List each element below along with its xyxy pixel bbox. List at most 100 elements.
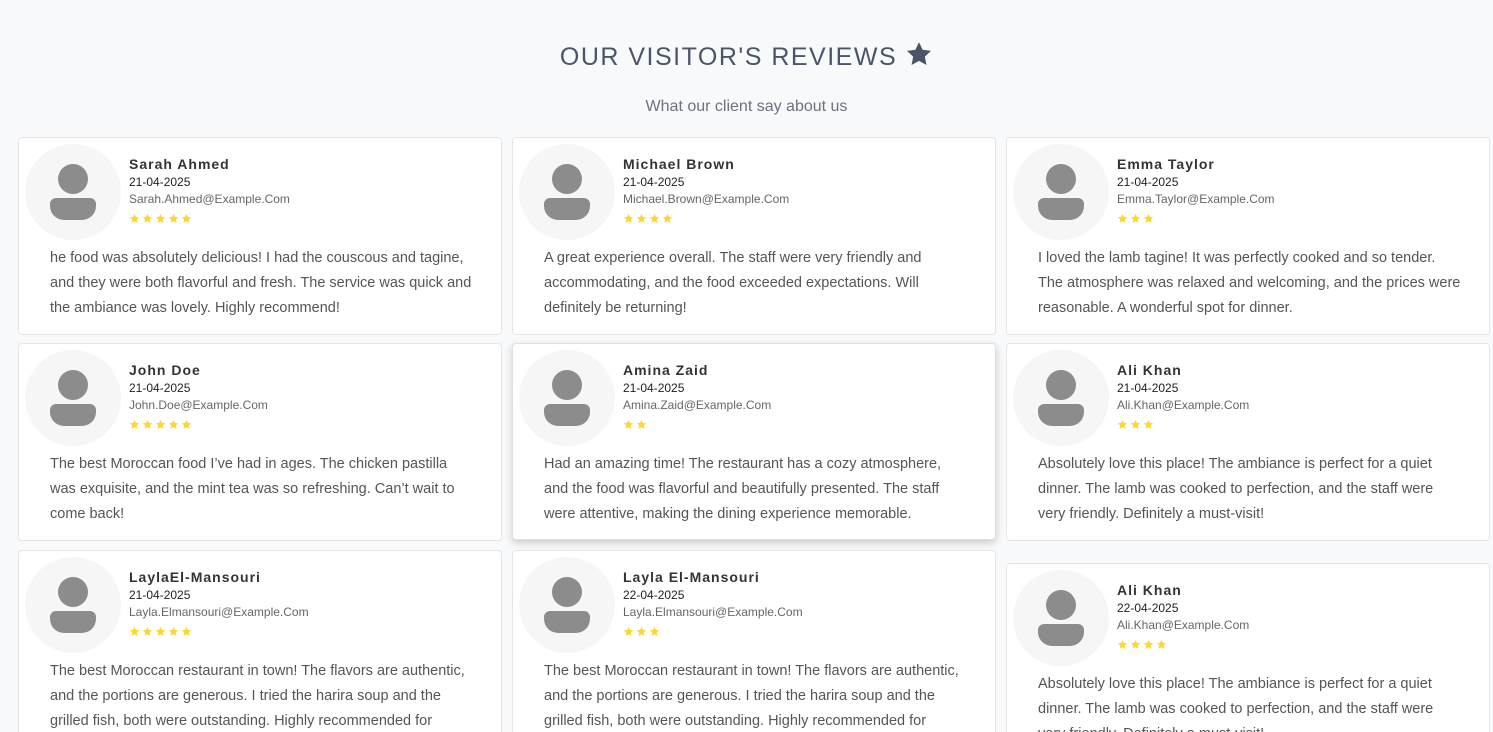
reviewer-email: Michael.Brown@Example.Com [623, 192, 790, 206]
rating-star-icon [1143, 637, 1154, 649]
review-text: Absolutely love this place! The ambiance… [1038, 676, 1434, 732]
rating-star-icon [142, 624, 153, 636]
reviews-page: OUR VISITOR'S REVIEWS What our client sa… [0, 0, 1493, 732]
rating-star-icon [1156, 637, 1167, 649]
reviewer-name: Emma Taylor [1117, 156, 1215, 172]
review-card: Michael Brown 21-04-2025 Michael.Brown@E… [512, 137, 996, 335]
section-title: OUR VISITOR'S REVIEWS [0, 40, 1493, 75]
user-avatar-icon [519, 144, 615, 240]
rating-star-icon [1130, 637, 1141, 649]
user-avatar-icon [25, 557, 121, 653]
review-date: 21-04-2025 [129, 175, 191, 189]
reviewer-email: Layla.Elmansouri@Example.Com [129, 605, 309, 619]
review-date: 22-04-2025 [1117, 601, 1179, 615]
rating-star-icon [181, 211, 192, 223]
review-card: Ali Khan 21-04-2025 Ali.Khan@Example.Com… [1006, 343, 1490, 541]
review-card: John Doe 21-04-2025 John.Doe@Example.Com… [18, 343, 502, 541]
star-rating [1117, 637, 1249, 651]
star-rating [623, 211, 789, 225]
reviewer-name: Amina Zaid [623, 362, 709, 378]
rating-star-icon [1130, 417, 1141, 429]
rating-star-icon [142, 211, 153, 223]
rating-star-icon [636, 211, 647, 223]
user-avatar-icon [25, 144, 121, 240]
rating-star-icon [623, 417, 634, 429]
rating-star-icon [168, 624, 179, 636]
rating-star-icon [168, 211, 179, 223]
review-date: 21-04-2025 [1117, 381, 1179, 395]
rating-star-icon [636, 417, 647, 429]
reviewer-name: Sarah Ahmed [129, 156, 230, 172]
reviewer-email: Sarah.Ahmed@Example.Com [129, 192, 290, 206]
reviewer-name: LaylaEl-Mansouri [129, 569, 261, 585]
rating-star-icon [1143, 417, 1154, 429]
star-icon [905, 40, 933, 75]
reviewer-name: Ali Khan [1117, 582, 1182, 598]
reviewer-email: John.Doe@Example.Com [129, 398, 268, 412]
rating-star-icon [155, 624, 166, 636]
rating-star-icon [129, 211, 140, 223]
review-text: The best Moroccan restaurant in town! Th… [544, 663, 959, 729]
rating-star-icon [142, 417, 153, 429]
rating-star-icon [623, 624, 634, 636]
star-rating [623, 624, 803, 638]
rating-star-icon [1117, 417, 1128, 429]
review-date: 21-04-2025 [129, 588, 191, 602]
review-text: Had an amazing time! The restaurant has … [544, 456, 942, 522]
reviewer-email: Ali.Khan@Example.Com [1117, 618, 1250, 632]
user-avatar-icon [519, 350, 615, 446]
user-avatar-icon [1013, 570, 1109, 666]
review-card: Sarah Ahmed 21-04-2025 Sarah.Ahmed@Examp… [18, 137, 502, 335]
reviewer-email: Layla.Elmansouri@Example.Com [623, 605, 803, 619]
reviewer-name: Layla El-Mansouri [623, 569, 760, 585]
rating-star-icon [1143, 211, 1154, 223]
reviewer-email: Amina.Zaid@Example.Com [623, 398, 772, 412]
review-date: 22-04-2025 [623, 588, 685, 602]
star-rating [129, 417, 268, 431]
rating-star-icon [1117, 637, 1128, 649]
star-rating [129, 211, 290, 225]
review-card: Layla El-Mansouri 22-04-2025 Layla.Elman… [512, 550, 996, 732]
review-card: LaylaEl-Mansouri 21-04-2025 Layla.Elmans… [18, 550, 502, 732]
rating-star-icon [168, 417, 179, 429]
user-avatar-icon [1013, 350, 1109, 446]
user-avatar-icon [1013, 144, 1109, 240]
reviewer-name: Michael Brown [623, 156, 735, 172]
reviewer-name: John Doe [129, 362, 201, 378]
review-text: The best Moroccan food I’ve had in ages.… [50, 456, 455, 522]
rating-star-icon [623, 211, 634, 223]
user-avatar-icon [519, 557, 615, 653]
review-text: The best Moroccan restaurant in town! Th… [50, 663, 465, 729]
star-rating [623, 417, 771, 431]
review-date: 21-04-2025 [129, 381, 191, 395]
review-date: 21-04-2025 [1117, 175, 1179, 189]
review-text: Absolutely love this place! The ambiance… [1038, 456, 1434, 522]
section-subtitle: What our client say about us [645, 98, 848, 115]
rating-star-icon [1117, 211, 1128, 223]
rating-star-icon [636, 624, 647, 636]
star-rating [129, 624, 309, 638]
rating-star-icon [181, 624, 192, 636]
rating-star-icon [181, 417, 192, 429]
star-rating [1117, 211, 1275, 225]
review-text: I loved the lamb tagine! It was perfectl… [1038, 250, 1461, 316]
rating-star-icon [662, 211, 673, 223]
review-date: 21-04-2025 [623, 381, 685, 395]
rating-star-icon [649, 211, 660, 223]
rating-star-icon [649, 624, 660, 636]
rating-star-icon [155, 417, 166, 429]
review-date: 21-04-2025 [623, 175, 685, 189]
review-card: Amina Zaid 21-04-2025 Amina.Zaid@Example… [512, 343, 996, 540]
reviewer-email: Ali.Khan@Example.Com [1117, 398, 1250, 412]
user-avatar-icon [25, 350, 121, 446]
rating-star-icon [155, 211, 166, 223]
rating-star-icon [1130, 211, 1141, 223]
reviewer-email: Emma.Taylor@Example.Com [1117, 192, 1275, 206]
review-card: Emma Taylor 21-04-2025 Emma.Taylor@Examp… [1006, 137, 1490, 335]
review-text: he food was absolutely delicious! I had … [50, 250, 472, 316]
review-card: Ali Khan 22-04-2025 Ali.Khan@Example.Com… [1006, 563, 1490, 732]
review-text: A great experience overall. The staff we… [544, 250, 922, 316]
rating-star-icon [129, 624, 140, 636]
reviewer-name: Ali Khan [1117, 362, 1182, 378]
rating-star-icon [129, 417, 140, 429]
